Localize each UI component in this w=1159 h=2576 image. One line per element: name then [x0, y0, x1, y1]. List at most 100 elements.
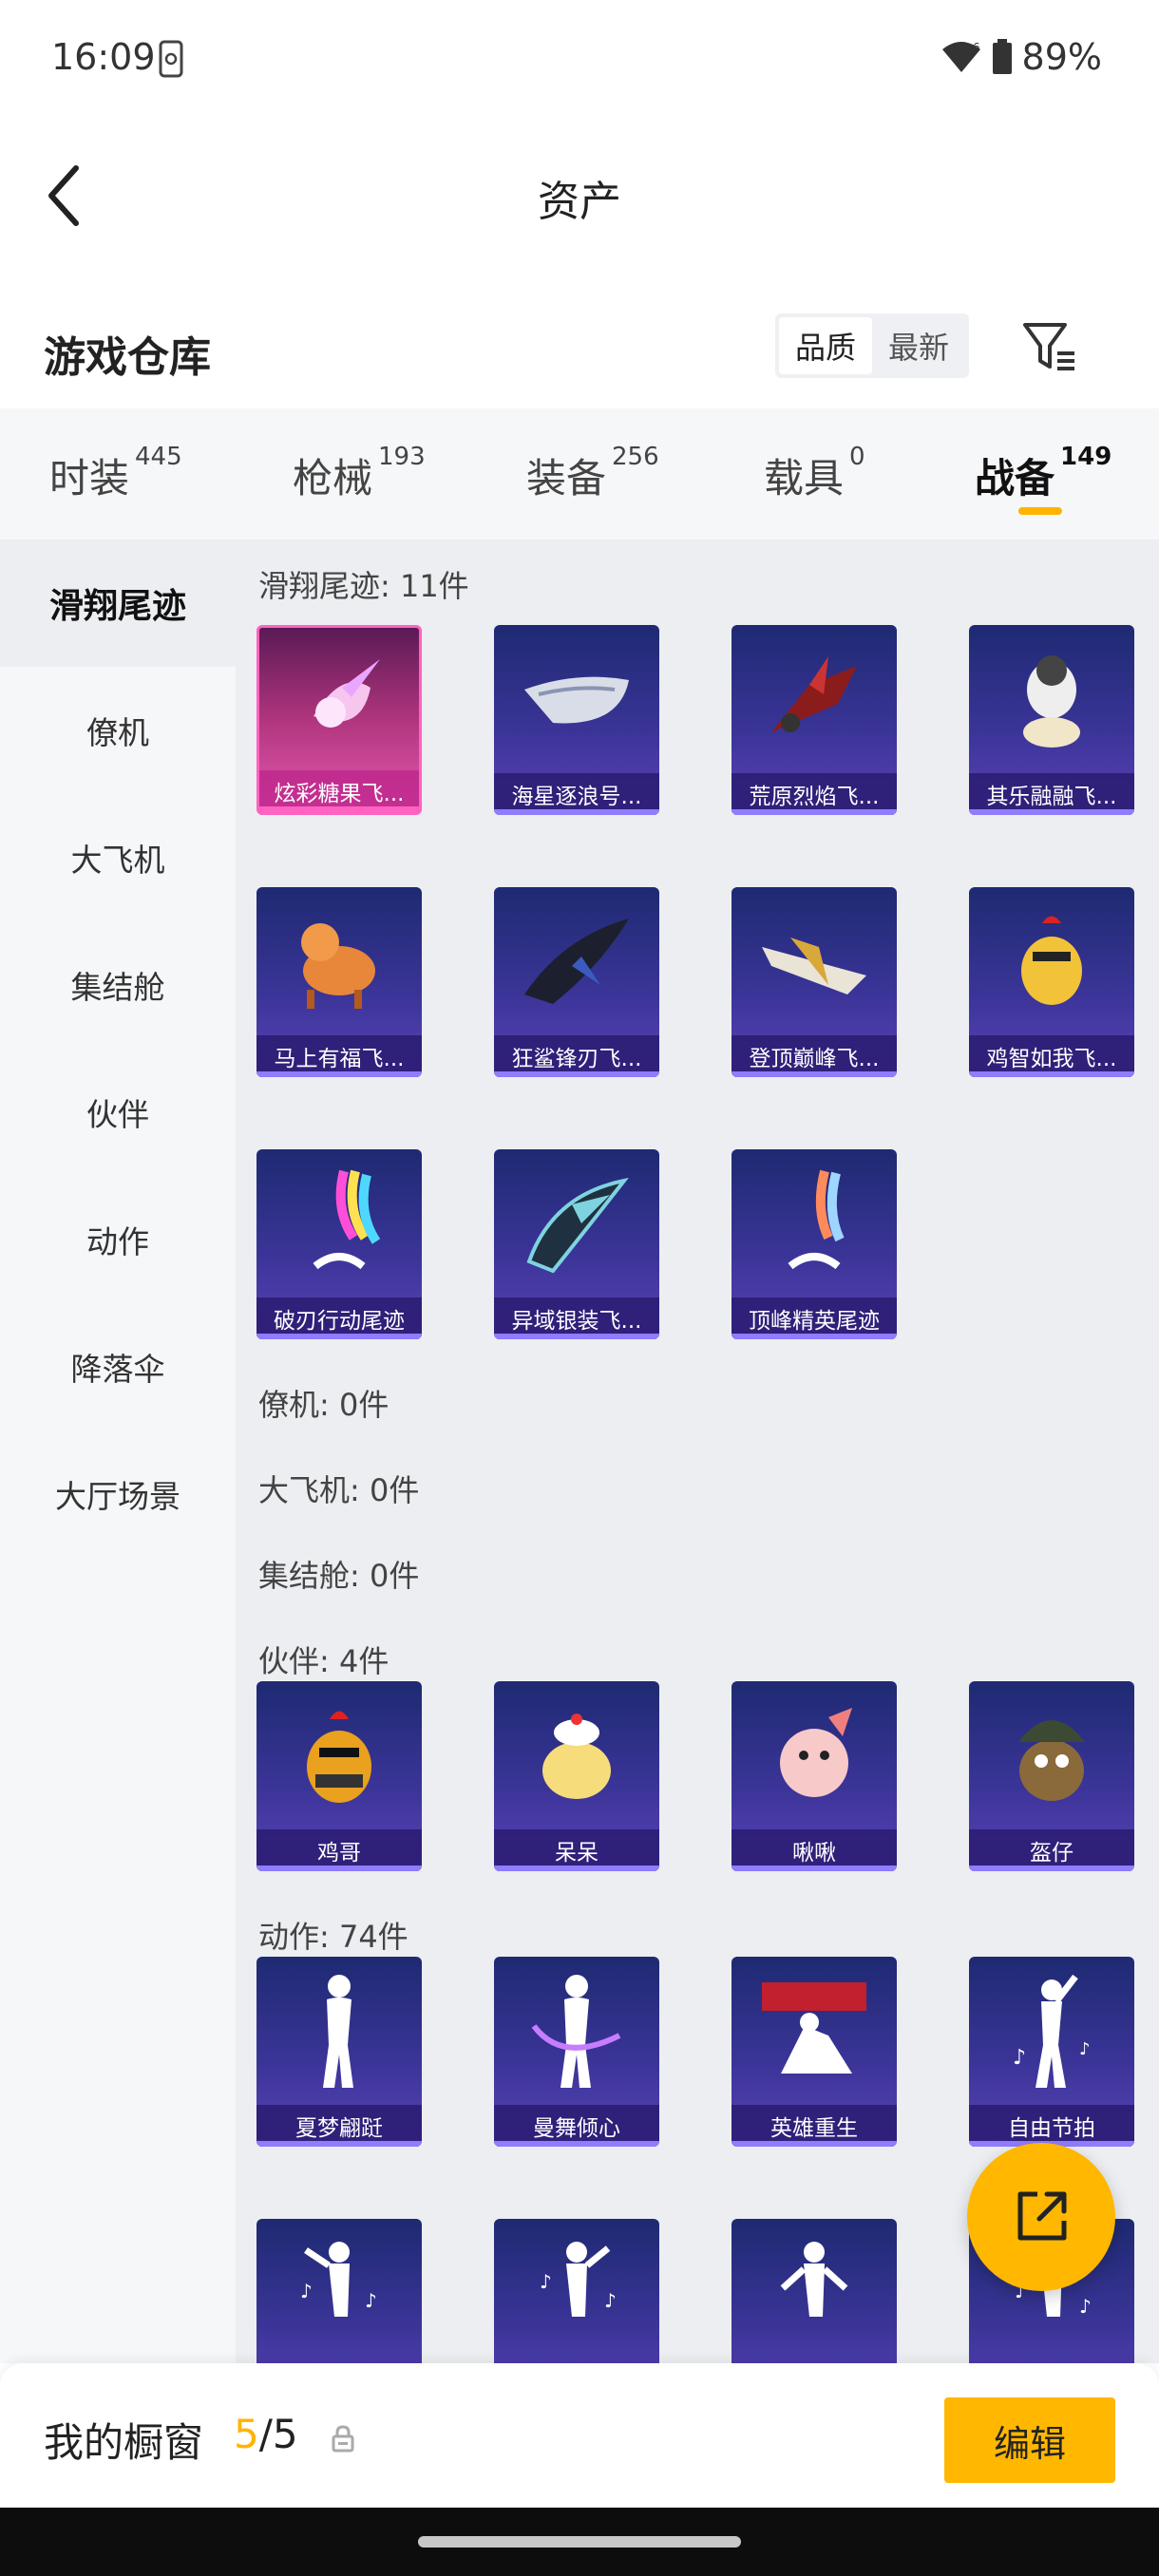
- showcase-label: 我的橱窗: [44, 2419, 204, 2466]
- filter-button[interactable]: [1016, 313, 1083, 380]
- item-card[interactable]: [732, 2219, 897, 2363]
- dancer-pose-icon: ♪ ♪: [969, 1957, 1134, 2105]
- tab-equipment[interactable]: 装备 256: [526, 443, 659, 504]
- item-card[interactable]: 夏梦翩跹: [256, 1957, 422, 2147]
- section-label-glide: 滑翔尾迹: 11件: [258, 568, 469, 604]
- home-gesture-handle[interactable]: [418, 2536, 741, 2548]
- section-label-wingman: 僚机: 0件: [258, 1387, 390, 1423]
- tab-label: 载具: [764, 455, 845, 502]
- tab-vehicles[interactable]: 载具 0: [764, 443, 865, 504]
- tab-label: 战备: [975, 455, 1055, 502]
- summit-glider-icon: [732, 887, 897, 1035]
- tab-outfit[interactable]: 时装 445: [49, 443, 182, 504]
- rarity-bar: [259, 806, 419, 812]
- edit-button[interactable]: 编辑: [944, 2397, 1115, 2483]
- svg-text:♪: ♪: [1079, 2039, 1091, 2059]
- sidebar-item-lobby-scene[interactable]: 大厅场景: [0, 1430, 236, 1558]
- helmet-buddy-icon: [969, 1681, 1134, 1829]
- rarity-bar: [256, 2141, 422, 2147]
- wifi-icon: 6: [941, 41, 980, 72]
- item-card[interactable]: 鸡哥: [256, 1681, 422, 1871]
- item-card[interactable]: 登顶巅峰飞...: [732, 887, 897, 1077]
- item-card[interactable]: 狂鲨锋刃飞...: [494, 887, 659, 1077]
- rarity-bar: [494, 1071, 659, 1077]
- rarity-bar: [256, 1866, 422, 1871]
- tab-indicator: [1018, 507, 1062, 515]
- rarity-bar: [969, 1866, 1134, 1871]
- item-card[interactable]: ♪ ♪: [256, 2219, 422, 2363]
- battery-level: 89%: [1021, 36, 1102, 78]
- tab-supplies[interactable]: 战备 149: [975, 443, 1112, 504]
- section-label-emote: 动作: 74件: [258, 1919, 408, 1955]
- sidebar-item-partner[interactable]: 伙伴: [0, 1049, 236, 1176]
- item-card[interactable]: 异域银装飞...: [494, 1149, 659, 1339]
- sort-quality-button[interactable]: 品质: [779, 317, 872, 374]
- item-card[interactable]: 破刃行动尾迹: [256, 1149, 422, 1339]
- sort-newest-button[interactable]: 最新: [872, 317, 965, 374]
- item-card[interactable]: 其乐融融飞...: [969, 625, 1134, 815]
- tab-label: 时装: [49, 455, 130, 502]
- filter-icon: [1023, 323, 1074, 370]
- starfish-boat-icon: [494, 625, 659, 773]
- svg-text:♪: ♪: [1079, 2295, 1092, 2318]
- lock-icon: [332, 2425, 354, 2453]
- tab-count: 149: [1060, 443, 1112, 471]
- rarity-bar: [732, 1866, 897, 1871]
- status-right: 6 89%: [940, 36, 1102, 78]
- rainbow-trail-icon: [256, 1149, 422, 1297]
- section-label-partner: 伙伴: 4件: [258, 1643, 390, 1679]
- tab-weapons[interactable]: 枪械 193: [293, 443, 426, 504]
- item-card[interactable]: 海星逐浪号...: [494, 625, 659, 815]
- elite-trail-icon: [732, 1149, 897, 1297]
- item-card[interactable]: 荒原烈焰飞...: [732, 625, 897, 815]
- system-nav-bar: [0, 2508, 1159, 2576]
- tab-count: 193: [378, 443, 426, 471]
- sidebar-item-emote[interactable]: 动作: [0, 1176, 236, 1303]
- daidai-icon: [494, 1681, 659, 1829]
- share-fab[interactable]: [967, 2143, 1115, 2291]
- item-card[interactable]: 鸡智如我飞...: [969, 887, 1134, 1077]
- item-card[interactable]: ♪ ♪: [494, 2219, 659, 2363]
- item-card[interactable]: ♪ ♪ 自由节拍: [969, 1957, 1134, 2147]
- dancer-pose-icon: ♪ ♪: [494, 2219, 659, 2363]
- svg-text:6: 6: [973, 41, 980, 54]
- shark-glider-icon: [494, 887, 659, 1035]
- rarity-bar: [494, 1866, 659, 1871]
- hero-pose-icon: [732, 1957, 897, 2105]
- item-card[interactable]: 顶峰精英尾迹: [732, 1149, 897, 1339]
- rarity-bar: [732, 1334, 897, 1339]
- rarity-bar: [732, 2141, 897, 2147]
- sidebar-item-big-plane[interactable]: 大飞机: [0, 794, 236, 921]
- jiujiu-icon: [732, 1681, 897, 1829]
- warehouse-title: 游戏仓库: [44, 333, 211, 382]
- item-card[interactable]: 盔仔: [969, 1681, 1134, 1871]
- rarity-bar: [494, 2141, 659, 2147]
- sidebar-item-wingman[interactable]: 僚机: [0, 667, 236, 794]
- phone-sync-icon: [159, 40, 183, 78]
- status-bar: 16:09 6 89%: [0, 0, 1159, 114]
- svg-text:♪: ♪: [604, 2289, 617, 2312]
- sort-toggle: 品质 最新: [775, 313, 969, 378]
- item-card[interactable]: 呆呆: [494, 1681, 659, 1871]
- dancer-pose-icon: [256, 1957, 422, 2105]
- sidebar-item-glide-trail[interactable]: 滑翔尾迹: [0, 540, 236, 667]
- rarity-bar: [969, 1071, 1134, 1077]
- showcase-current: 5: [234, 2411, 259, 2457]
- tab-count: 256: [612, 443, 659, 471]
- status-time: 16:09: [51, 36, 156, 78]
- silver-glider-icon: [494, 1149, 659, 1297]
- item-card[interactable]: 啾啾: [732, 1681, 897, 1871]
- svg-text:♪: ♪: [300, 2280, 313, 2302]
- item-card[interactable]: 英雄重生: [732, 1957, 897, 2147]
- item-card[interactable]: 曼舞倾心: [494, 1957, 659, 2147]
- section-label-pod: 集结舱: 0件: [258, 1558, 420, 1594]
- page-title: 资产: [538, 178, 621, 226]
- battery-icon: [992, 39, 1012, 74]
- item-card[interactable]: 马上有福飞...: [256, 887, 422, 1077]
- showcase-bar: 我的橱窗 5/5 编辑: [0, 2363, 1159, 2508]
- item-card[interactable]: 炫彩糖果飞...: [256, 625, 422, 815]
- sidebar-item-pod[interactable]: 集结舱: [0, 921, 236, 1049]
- item-grid-area: 滑翔尾迹: 11件 炫彩糖果飞... 海星逐浪号... 荒原烈焰飞... 其乐融…: [236, 540, 1159, 2363]
- sidebar-item-parachute[interactable]: 降落伞: [0, 1303, 236, 1430]
- sidebar: 滑翔尾迹 僚机 大飞机 集结舱 伙伴 动作 降落伞 大厅场景: [0, 540, 236, 2363]
